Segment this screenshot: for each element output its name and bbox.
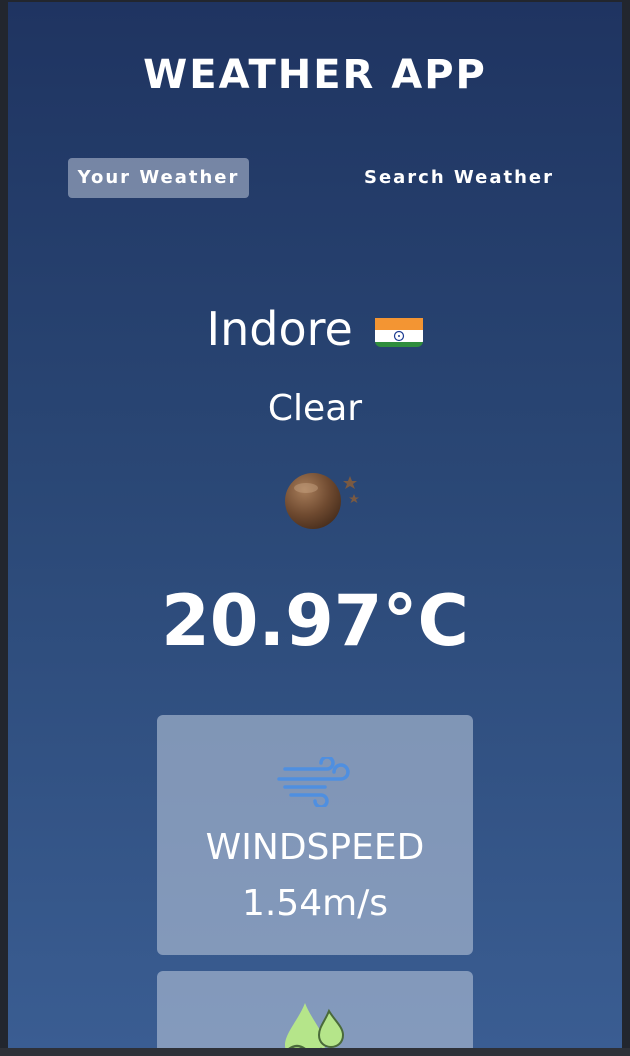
- windspeed-value: 1.54m/s: [241, 883, 389, 924]
- moon-stars-icon: [278, 468, 368, 538]
- tab-your-weather[interactable]: Your Weather: [68, 158, 249, 198]
- tab-search-weather[interactable]: Search Weather: [354, 158, 564, 198]
- temperature-value: 20.97°C: [161, 580, 469, 662]
- app-title: WEATHER APP: [143, 52, 487, 98]
- window-frame: WEATHER APP Your Weather Search Weather …: [0, 0, 630, 1056]
- windspeed-label: WINDSPEED: [205, 827, 425, 868]
- city-heading: Indore: [8, 302, 622, 356]
- bottom-bar: [0, 1048, 630, 1056]
- city-name: Indore: [206, 302, 353, 356]
- weather-app: WEATHER APP Your Weather Search Weather …: [8, 2, 622, 1048]
- humidity-card: [157, 971, 473, 1048]
- weather-condition: Clear: [267, 388, 363, 429]
- india-flag-icon: [375, 311, 424, 347]
- windspeed-card: WINDSPEED 1.54m/s: [157, 715, 473, 955]
- wind-icon: [275, 755, 355, 809]
- humidity-icon: [275, 999, 355, 1048]
